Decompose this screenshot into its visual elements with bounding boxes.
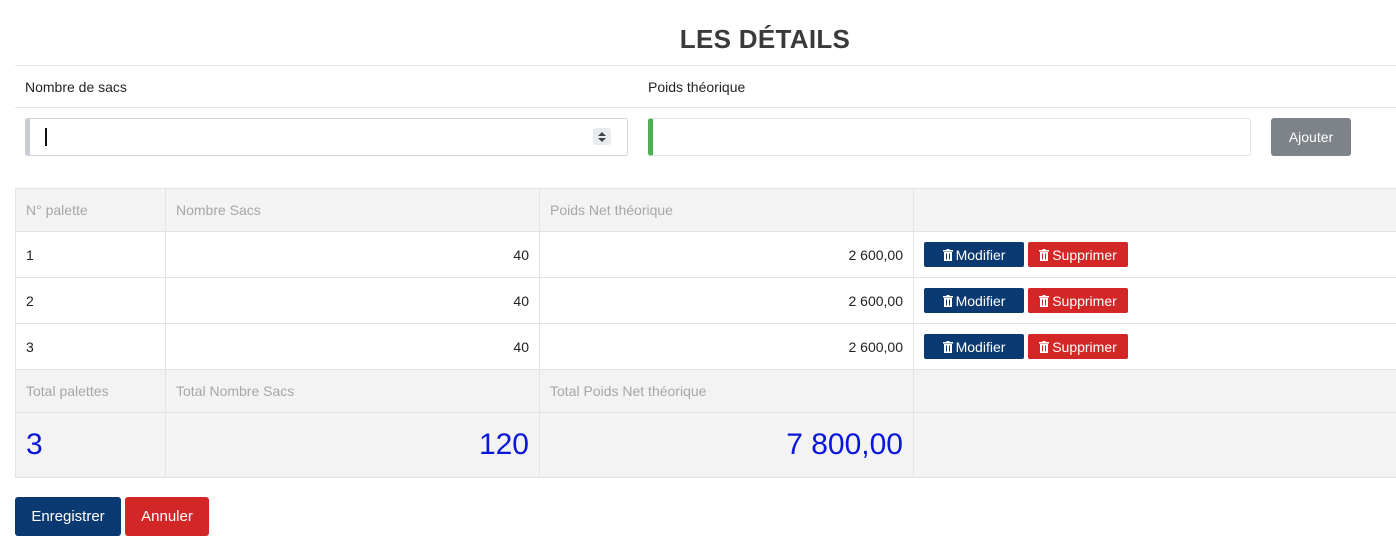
cell-palette: 1 [15,231,166,278]
cancel-button[interactable]: Annuler [125,497,209,536]
col-header-actions [913,188,1396,232]
totals-row: 3 120 7 800,00 [15,412,1396,478]
weight-input[interactable] [648,118,1251,156]
totals-header-row: Total palettes Total Nombre Sacs Total P… [15,369,1396,413]
total-empty-header [913,369,1396,413]
edit-button[interactable]: Modifier [924,242,1024,267]
bags-label: Nombre de sacs [25,79,127,95]
number-spinner[interactable] [593,128,611,145]
delete-label: Supprimer [1052,246,1117,263]
divider [15,65,1396,66]
edit-button[interactable]: Modifier [924,288,1024,313]
text-caret [45,128,47,146]
divider [15,107,1396,108]
trash-icon [1039,248,1050,261]
col-header-sacs: Nombre Sacs [165,188,540,232]
delete-label: Supprimer [1052,338,1117,355]
total-palettes-header: Total palettes [15,369,166,413]
edit-label: Modifier [955,292,1006,309]
total-palettes-value: 3 [15,412,166,478]
details-page: LES DÉTAILS Nombre de sacs Poids théoriq… [0,0,1396,548]
delete-button[interactable]: Supprimer [1028,288,1128,313]
edit-label: Modifier [955,246,1006,263]
table-row: 1 40 2 600,00 Modifier Supprimer [15,231,1396,278]
cell-sacs: 40 [165,277,540,324]
cell-palette: 2 [15,277,166,324]
total-empty-cell [913,412,1396,478]
add-button[interactable]: Ajouter [1271,118,1351,156]
trash-icon [942,294,953,307]
table-row: 2 40 2 600,00 Modifier Supprimer [15,277,1396,324]
table-row: 3 40 2 600,00 Modifier Supprimer [15,323,1396,370]
delete-button[interactable]: Supprimer [1028,334,1128,359]
trash-icon [1039,340,1050,353]
delete-button[interactable]: Supprimer [1028,242,1128,267]
cell-poids: 2 600,00 [539,277,914,324]
edit-label: Modifier [955,338,1006,355]
cell-actions: Modifier Supprimer [913,277,1396,324]
cell-sacs: 40 [165,231,540,278]
cell-actions: Modifier Supprimer [913,323,1396,370]
trash-icon [942,248,953,261]
total-poids-header: Total Poids Net théorique [539,369,914,413]
pallets-table: N° palette Nombre Sacs Poids Net théoriq… [15,188,1396,478]
edit-button[interactable]: Modifier [924,334,1024,359]
spin-up-icon[interactable] [598,131,606,136]
cell-poids: 2 600,00 [539,323,914,370]
cell-sacs: 40 [165,323,540,370]
bags-number-input[interactable] [25,118,628,156]
cell-poids: 2 600,00 [539,231,914,278]
col-header-poids: Poids Net théorique [539,188,914,232]
spin-down-icon[interactable] [598,137,606,142]
total-sacs-value: 120 [165,412,540,478]
trash-icon [1039,294,1050,307]
col-header-palette: N° palette [15,188,166,232]
delete-label: Supprimer [1052,292,1117,309]
page-title: LES DÉTAILS [679,24,851,54]
save-button[interactable]: Enregistrer [15,497,121,536]
cell-palette: 3 [15,323,166,370]
cell-actions: Modifier Supprimer [913,231,1396,278]
total-poids-value: 7 800,00 [539,412,914,478]
weight-label: Poids théorique [648,79,746,95]
trash-icon [942,340,953,353]
total-sacs-header: Total Nombre Sacs [165,369,540,413]
table-header-row: N° palette Nombre Sacs Poids Net théoriq… [15,188,1396,232]
